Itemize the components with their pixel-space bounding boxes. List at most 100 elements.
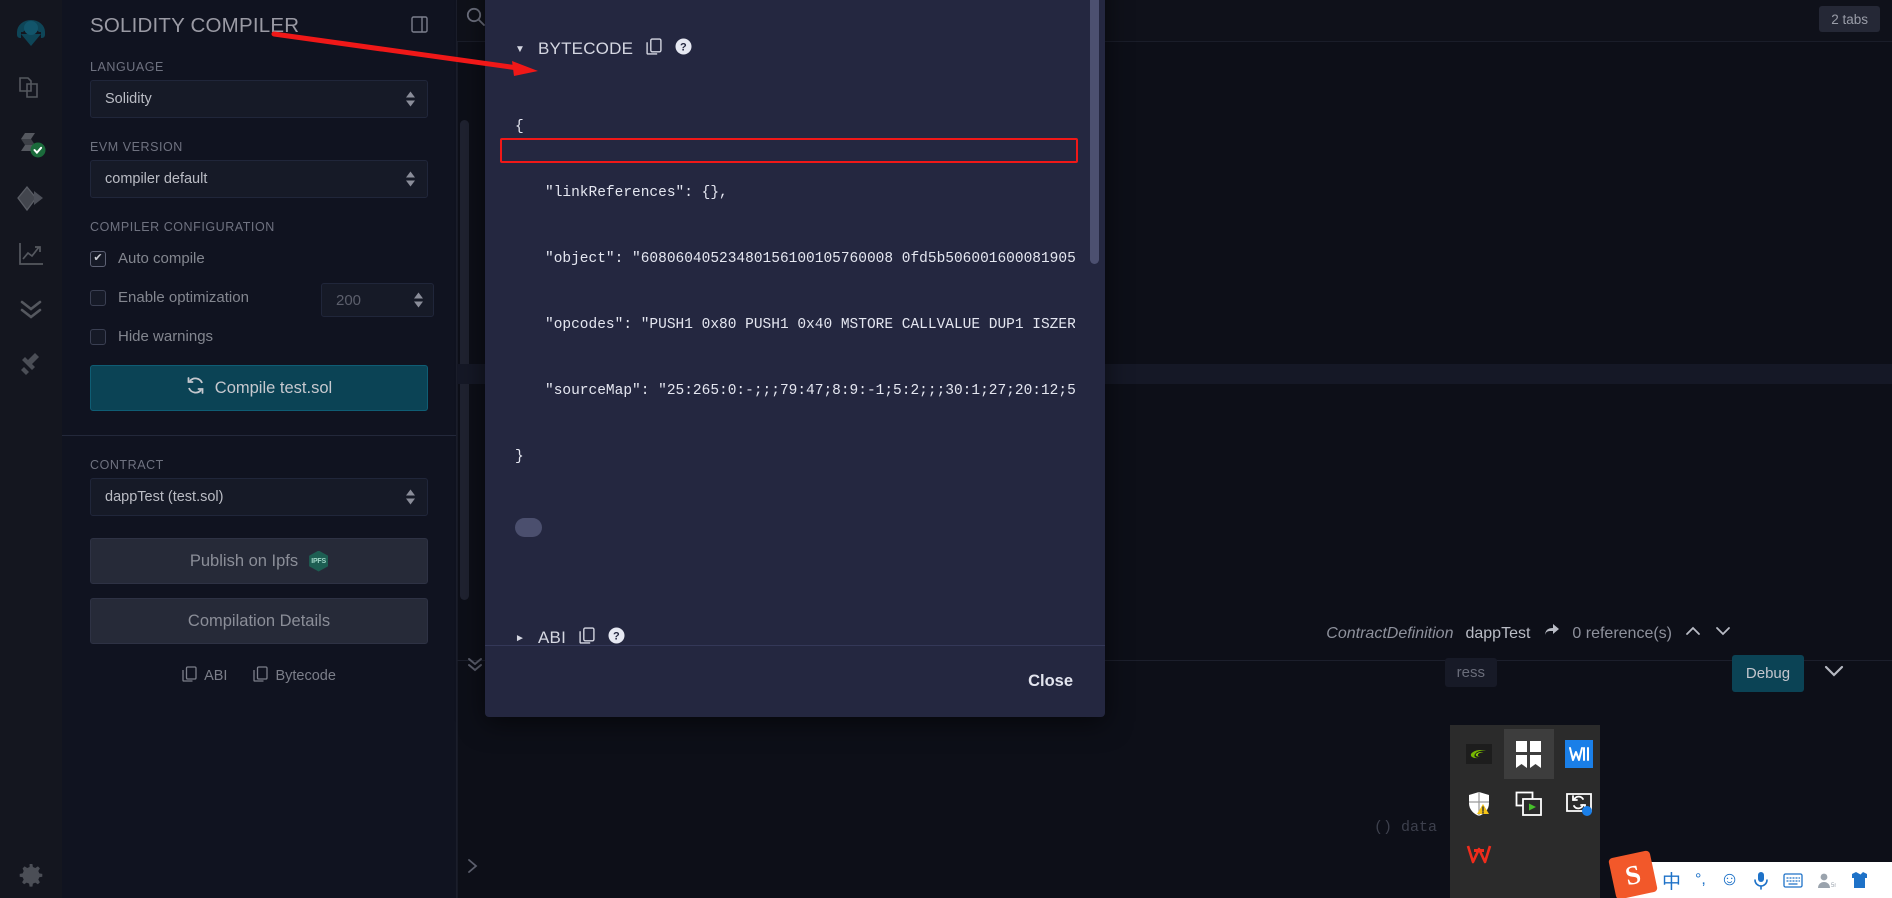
emoji-icon[interactable]: ☺ bbox=[1720, 869, 1739, 891]
copy-icon[interactable] bbox=[579, 627, 595, 645]
panel-divider bbox=[62, 435, 456, 436]
section-header-abi[interactable]: ► ABI ? bbox=[515, 627, 1075, 645]
chevron-up-icon[interactable] bbox=[1684, 624, 1702, 643]
enable-optimization-label: Enable optimization bbox=[118, 289, 249, 306]
modal-footer: Close bbox=[485, 645, 1105, 717]
remix-home-icon[interactable] bbox=[0, 6, 62, 61]
language-value: Solidity bbox=[105, 91, 152, 107]
taskbar-tray: 中 °, ☺ 5m bbox=[1622, 862, 1892, 898]
solidity-compiler-icon[interactable] bbox=[0, 116, 62, 171]
caret-down-icon: ▼ bbox=[515, 44, 525, 55]
language-label: LANGUAGE bbox=[90, 60, 428, 74]
code-line: "opcodes": "PUSH1 0x80 PUSH1 0x40 MSTORE… bbox=[515, 314, 1075, 336]
auto-compile-row[interactable]: Auto compile bbox=[90, 250, 428, 267]
plugin-manager-icon[interactable] bbox=[0, 336, 62, 391]
language-select[interactable]: Solidity bbox=[90, 80, 428, 118]
microphone-icon[interactable] bbox=[1753, 871, 1769, 890]
chinese-input-icon[interactable]: 中 bbox=[1662, 867, 1681, 894]
chevron-updown-icon bbox=[406, 490, 415, 505]
wps-logo-icon[interactable] bbox=[1454, 829, 1504, 879]
evm-version-select[interactable]: compiler default bbox=[90, 160, 428, 198]
editor-scrollbar[interactable] bbox=[460, 120, 469, 600]
section-header-bytecode[interactable]: ▼ BYTECODE ? bbox=[515, 38, 1075, 60]
svg-text:?: ? bbox=[613, 631, 620, 643]
debug-button[interactable]: Debug bbox=[1732, 655, 1804, 692]
punctuation-icon[interactable]: °, bbox=[1695, 871, 1706, 889]
panel-layout-icon[interactable] bbox=[411, 16, 428, 38]
page-title: SOLIDITY COMPILER bbox=[90, 0, 299, 38]
goto-reference-icon[interactable] bbox=[1542, 623, 1560, 644]
auto-compile-label: Auto compile bbox=[118, 250, 205, 267]
codelens-name: dappTest bbox=[1465, 625, 1530, 643]
file-explorer-icon[interactable] bbox=[0, 61, 62, 116]
chevron-down-icon[interactable] bbox=[1714, 624, 1732, 643]
help-icon[interactable]: ? bbox=[675, 38, 692, 60]
floating-icon-toolbar bbox=[1450, 725, 1600, 898]
shield-warning-icon[interactable] bbox=[1454, 779, 1504, 829]
skin-icon[interactable] bbox=[1850, 871, 1869, 889]
publish-on-ipfs-label: Publish on Ipfs bbox=[190, 552, 298, 571]
collapse-all-chevrons-icon[interactable] bbox=[465, 655, 485, 678]
analysis-icon[interactable] bbox=[0, 226, 62, 281]
caret-right-icon: ► bbox=[515, 633, 525, 644]
panel-footer-links: ABI Bytecode bbox=[90, 666, 428, 686]
chevron-updown-icon bbox=[406, 172, 415, 187]
svg-text:5m: 5m bbox=[1831, 883, 1836, 889]
publish-on-ipfs-button[interactable]: Publish on Ipfs IPFS bbox=[90, 538, 428, 584]
code-line-object: "object": "60806040523480156100105760008… bbox=[515, 248, 1075, 270]
compiler-configuration-label: COMPILER CONFIGURATION bbox=[90, 220, 428, 234]
windows-snap-icon[interactable] bbox=[1504, 729, 1554, 779]
wps-writer-icon[interactable] bbox=[1554, 729, 1604, 779]
contract-value: dappTest (test.sol) bbox=[105, 489, 223, 505]
keyboard-icon[interactable] bbox=[1783, 873, 1803, 888]
app-root: SOLIDITY COMPILER LANGUAGE Solidity EVM … bbox=[0, 0, 1892, 898]
codelens-bar: ContractDefinition dappTest 0 reference(… bbox=[1326, 623, 1732, 644]
deploy-run-icon[interactable] bbox=[0, 171, 62, 226]
icon-rail bbox=[0, 0, 62, 898]
screen-record-icon[interactable] bbox=[1504, 779, 1554, 829]
help-icon[interactable]: ? bbox=[608, 627, 625, 645]
codelens-references[interactable]: 0 reference(s) bbox=[1572, 625, 1672, 643]
chevron-down-icon[interactable] bbox=[1822, 662, 1846, 685]
optimization-runs-input[interactable]: 200 bbox=[321, 283, 434, 317]
sogou-logo-icon[interactable]: S bbox=[1608, 850, 1658, 898]
modal-scrollbar[interactable] bbox=[1090, 0, 1099, 264]
hide-warnings-label: Hide warnings bbox=[118, 328, 213, 345]
chevron-updown-icon bbox=[406, 92, 415, 107]
code-line: { bbox=[515, 116, 1075, 138]
copy-abi-label: ABI bbox=[204, 668, 227, 684]
compilation-details-button[interactable]: Compilation Details bbox=[90, 598, 428, 644]
copy-bytecode-link[interactable]: Bytecode bbox=[253, 666, 335, 686]
editor-address-chip: ress bbox=[1445, 658, 1497, 687]
code-line: } bbox=[515, 446, 1075, 468]
codelens-kind: ContractDefinition bbox=[1326, 625, 1453, 643]
enable-optimization-row[interactable]: Enable optimization 200 bbox=[90, 289, 428, 306]
search-icon[interactable] bbox=[465, 6, 486, 32]
compile-button-label: Compile test.sol bbox=[215, 379, 332, 398]
user-icon[interactable]: 5m bbox=[1817, 872, 1836, 889]
copy-icon bbox=[182, 666, 197, 686]
section-title-bytecode: BYTECODE bbox=[538, 39, 633, 59]
tabs-count-badge[interactable]: 2 tabs bbox=[1819, 6, 1880, 32]
refresh-icon bbox=[186, 376, 205, 400]
solidity-compiler-panel: SOLIDITY COMPILER LANGUAGE Solidity EVM … bbox=[62, 0, 457, 898]
nvidia-icon[interactable] bbox=[1454, 729, 1504, 779]
close-button[interactable]: Close bbox=[1028, 672, 1073, 691]
evm-version-label: EVM VERSION bbox=[90, 140, 428, 154]
contract-select[interactable]: dappTest (test.sol) bbox=[90, 478, 428, 516]
hide-warnings-checkbox[interactable] bbox=[90, 329, 106, 345]
screenshot-sync-icon[interactable] bbox=[1554, 779, 1604, 829]
hide-warnings-row[interactable]: Hide warnings bbox=[90, 328, 428, 345]
unit-testing-icon[interactable] bbox=[0, 281, 62, 336]
bytecode-toggle-pill[interactable] bbox=[515, 518, 542, 537]
copy-abi-link[interactable]: ABI bbox=[182, 666, 227, 686]
copy-icon[interactable] bbox=[646, 38, 662, 60]
auto-compile-checkbox[interactable] bbox=[90, 251, 106, 267]
compile-button[interactable]: Compile test.sol bbox=[90, 365, 428, 411]
enable-optimization-checkbox[interactable] bbox=[90, 290, 106, 306]
expand-panel-chevron-icon[interactable] bbox=[465, 857, 479, 880]
copy-bytecode-label: Bytecode bbox=[275, 668, 335, 684]
settings-gear[interactable] bbox=[0, 862, 62, 890]
section-title-abi: ABI bbox=[538, 628, 566, 645]
compilation-details-label: Compilation Details bbox=[188, 612, 330, 631]
